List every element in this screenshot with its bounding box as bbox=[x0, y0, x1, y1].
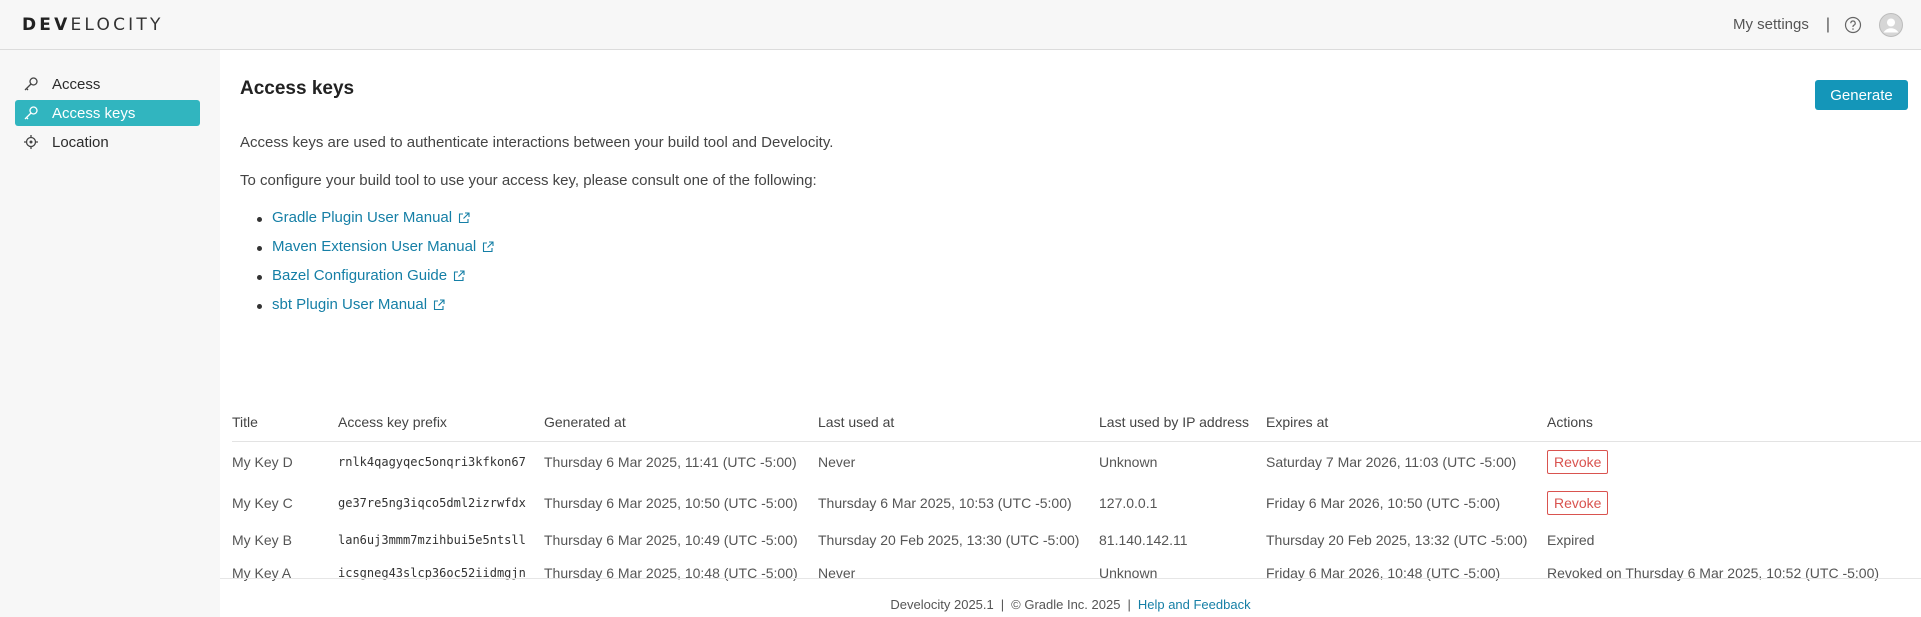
external-link-icon bbox=[433, 299, 445, 311]
actions-cell: Revoke bbox=[1547, 441, 1921, 482]
column-header-ip: Last used by IP address bbox=[1099, 403, 1266, 442]
intro-text: Access keys are used to authenticate int… bbox=[240, 134, 834, 151]
table-row: My Key C ge37re5ng3iqco5dml2izrwfdx Thur… bbox=[232, 482, 1921, 523]
column-header-generated: Generated at bbox=[544, 403, 818, 442]
key-prefix: ge37re5ng3iqco5dml2izrwfdx bbox=[338, 495, 526, 510]
location-icon bbox=[23, 134, 39, 150]
external-link-icon bbox=[453, 270, 465, 282]
help-icon[interactable] bbox=[1844, 16, 1862, 34]
last-used-at: Thursday 6 Mar 2025, 10:53 (UTC -5:00) bbox=[818, 494, 1072, 511]
column-header-actions: Actions bbox=[1547, 403, 1921, 442]
key-title: My Key B bbox=[232, 532, 292, 548]
column-header-last-used: Last used at bbox=[818, 403, 1099, 442]
access-keys-table: Title Access key prefix Generated at Las… bbox=[232, 403, 1921, 589]
list-item: Bazel Configuration Guide bbox=[256, 267, 494, 296]
table-row: My Key B lan6uj3mmm7mzihbui5e5ntsll Thur… bbox=[232, 523, 1921, 557]
key-prefix: rnlk4qagyqec5onqri3kfkon67 bbox=[338, 454, 526, 469]
sidebar-item-label: Access bbox=[52, 75, 101, 93]
generated-at: Thursday 6 Mar 2025, 11:41 (UTC -5:00) bbox=[544, 453, 797, 470]
sidebar-item-label: Location bbox=[52, 133, 109, 151]
sidebar-item-label: Access keys bbox=[52, 104, 136, 122]
top-right-nav: My settings | bbox=[1733, 12, 1903, 37]
expires-at: Saturday 7 Mar 2026, 11:03 (UTC -5:00) bbox=[1266, 453, 1517, 470]
help-feedback-link[interactable]: Help and Feedback bbox=[1138, 597, 1251, 612]
last-used-ip: Unknown bbox=[1099, 453, 1158, 470]
last-used-ip: 127.0.0.1 bbox=[1099, 494, 1158, 511]
external-link-icon bbox=[482, 241, 494, 253]
list-item: sbt Plugin User Manual bbox=[256, 296, 494, 325]
revoked-status: Revoked on Thursday 6 Mar 2025, 10:52 (U… bbox=[1547, 565, 1880, 581]
manual-links-list: Gradle Plugin User Manual Maven Extensio… bbox=[256, 209, 494, 325]
column-header-title: Title bbox=[232, 403, 338, 442]
key-prefix: icsgneg43slcp36oc52iidmgjn bbox=[338, 566, 526, 580]
footer-separator: | bbox=[1127, 597, 1131, 612]
key-title: My Key D bbox=[232, 453, 293, 470]
key-icon bbox=[23, 105, 39, 121]
header-separator: | bbox=[1825, 15, 1830, 33]
table-row: My Key D rnlk4qagyqec5onqri3kfkon67 Thur… bbox=[232, 441, 1921, 482]
column-header-expires: Expires at bbox=[1266, 403, 1547, 442]
sidebar: Access Access keys Location bbox=[0, 50, 220, 617]
expires-at: Thursday 20 Feb 2025, 13:32 (UTC -5:00) bbox=[1266, 532, 1528, 548]
sbt-plugin-manual-link[interactable]: sbt Plugin User Manual bbox=[272, 296, 427, 313]
last-used-ip: Unknown bbox=[1099, 565, 1158, 581]
sidebar-item-access[interactable]: Access bbox=[15, 71, 200, 97]
generated-at: Thursday 6 Mar 2025, 10:48 (UTC -5:00) bbox=[544, 565, 798, 581]
last-used-at: Never bbox=[818, 453, 856, 470]
generated-at: Thursday 6 Mar 2025, 10:49 (UTC -5:00) bbox=[544, 532, 798, 548]
bazel-configuration-guide-link[interactable]: Bazel Configuration Guide bbox=[272, 267, 447, 284]
top-bar: DEV ELOCITY My settings | bbox=[0, 0, 1921, 50]
column-header-prefix: Access key prefix bbox=[338, 403, 544, 442]
external-link-icon bbox=[458, 212, 470, 224]
last-used-ip: 81.140.142.11 bbox=[1099, 532, 1188, 548]
actions-cell: Revoke bbox=[1547, 482, 1921, 523]
list-item: Gradle Plugin User Manual bbox=[256, 209, 494, 238]
main-content: Access keys Generate Access keys are use… bbox=[220, 50, 1921, 617]
list-item: Maven Extension User Manual bbox=[256, 238, 494, 267]
gradle-plugin-manual-link[interactable]: Gradle Plugin User Manual bbox=[272, 209, 452, 226]
logo-bold-text: DEV bbox=[22, 14, 71, 35]
my-settings-link[interactable]: My settings bbox=[1733, 16, 1809, 33]
key-icon bbox=[23, 76, 39, 92]
generate-button[interactable]: Generate bbox=[1815, 80, 1908, 110]
last-used-at: Never bbox=[818, 565, 856, 581]
key-title: My Key C bbox=[232, 494, 293, 511]
footer-separator: | bbox=[1000, 597, 1005, 612]
user-avatar-icon[interactable] bbox=[1879, 12, 1903, 37]
revoke-button[interactable]: Revoke bbox=[1547, 490, 1609, 515]
page-title: Access keys bbox=[240, 78, 355, 99]
generated-at: Thursday 6 Mar 2025, 10:50 (UTC -5:00) bbox=[544, 494, 798, 511]
develocity-logo[interactable]: DEV ELOCITY bbox=[22, 15, 164, 35]
footer-copyright: © Gradle Inc. 2025 bbox=[1011, 597, 1121, 612]
maven-extension-manual-link[interactable]: Maven Extension User Manual bbox=[272, 238, 476, 255]
revoke-button[interactable]: Revoke bbox=[1547, 449, 1609, 474]
expires-at: Friday 6 Mar 2026, 10:50 (UTC -5:00) bbox=[1266, 494, 1501, 511]
table-row: My Key A icsgneg43slcp36oc52iidmgjn Thur… bbox=[232, 557, 1921, 589]
key-title: My Key A bbox=[232, 565, 292, 581]
footer-version: Develocity 2025.1 bbox=[890, 597, 994, 612]
footer: Develocity 2025.1 | © Gradle Inc. 2025 | Hel… bbox=[220, 597, 1921, 612]
logo-rest-text: ELOCITY bbox=[70, 14, 164, 35]
expired-status: Expired bbox=[1547, 532, 1595, 548]
sidebar-item-location[interactable]: Location bbox=[15, 129, 200, 155]
footer-divider bbox=[220, 578, 1921, 579]
sidebar-item-access-keys[interactable]: Access keys bbox=[15, 100, 200, 126]
configure-text: To configure your build tool to use your… bbox=[240, 172, 817, 189]
expires-at: Friday 6 Mar 2026, 10:48 (UTC -5:00) bbox=[1266, 565, 1501, 581]
last-used-at: Thursday 20 Feb 2025, 13:30 (UTC -5:00) bbox=[818, 532, 1080, 548]
table-header-row: Title Access key prefix Generated at Las… bbox=[232, 403, 1921, 442]
key-prefix: lan6uj3mmm7mzihbui5e5ntsll bbox=[338, 533, 526, 547]
